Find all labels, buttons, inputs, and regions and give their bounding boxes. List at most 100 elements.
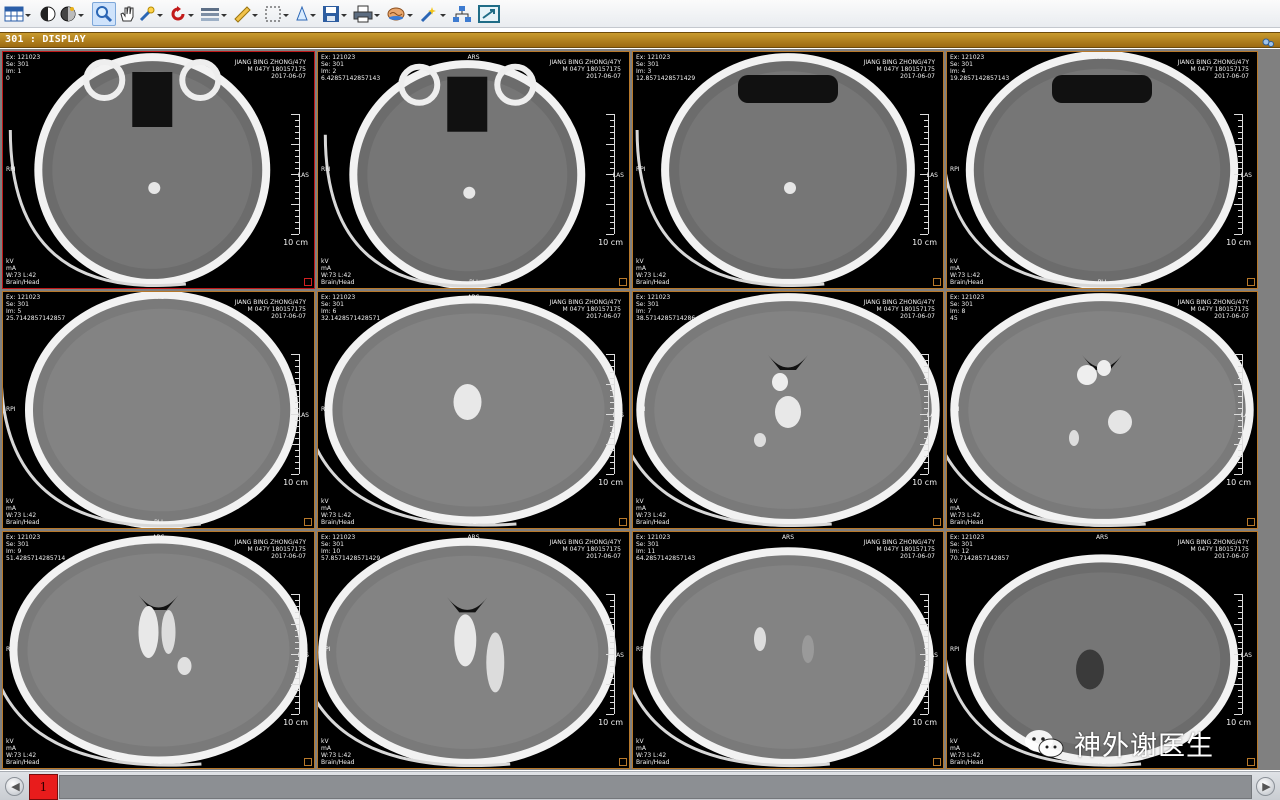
viewport-corner-handle[interactable] xyxy=(933,758,941,766)
print-button[interactable] xyxy=(353,2,380,26)
patient-info: JIANG BING ZHONG/47Y M 047Y 180157175 20… xyxy=(235,299,306,320)
ct-slice-image xyxy=(633,293,940,527)
page-indicator[interactable]: 1 xyxy=(29,774,58,800)
patient-id: M 047Y 180157175 xyxy=(247,306,306,313)
ct-viewport[interactable]: Ex: 121023 Se: 301 Im: 5 25.714285714285… xyxy=(2,291,315,529)
exam-number: Ex: 121023 xyxy=(636,534,671,541)
patient-id: M 047Y 180157175 xyxy=(247,546,306,553)
study-date: 2017-06-07 xyxy=(271,73,306,80)
study-date: 2017-06-07 xyxy=(586,553,621,560)
window-level-value: W:73 L:42 xyxy=(950,272,981,279)
3d-brain-icon xyxy=(387,7,405,20)
page-scroll-track[interactable] xyxy=(59,775,1252,799)
orientation-top: ARS xyxy=(152,54,165,61)
protocol-name: Brain/Head xyxy=(321,759,355,766)
viewport-corner-handle[interactable] xyxy=(304,518,312,526)
viewport-corner-handle[interactable] xyxy=(1247,518,1255,526)
preset-button[interactable] xyxy=(59,2,84,26)
orientation-left: RPI xyxy=(321,166,331,173)
series-info: Ex: 121023 Se: 301 Im: 11 64.28571428571… xyxy=(636,534,695,562)
exam-number: Ex: 121023 xyxy=(321,54,356,61)
ruler-button[interactable] xyxy=(233,2,258,26)
ct-viewport[interactable]: Ex: 121023 Se: 301 Im: 2 6.4285714285714… xyxy=(317,51,630,289)
exam-number: Ex: 121023 xyxy=(950,54,985,61)
viewport-corner-handle[interactable] xyxy=(304,758,312,766)
zoom-button[interactable] xyxy=(92,1,116,26)
next-page-button[interactable]: ▶ xyxy=(1256,777,1275,796)
protocol-name: Brain/Head xyxy=(636,519,670,526)
patient-id: M 047Y 180157175 xyxy=(1190,66,1249,73)
viewport-corner-handle[interactable] xyxy=(619,518,627,526)
viewport-corner-handle[interactable] xyxy=(619,758,627,766)
ct-slice-image xyxy=(633,547,934,768)
annotation-button[interactable] xyxy=(295,2,316,26)
orientation-left: RPI xyxy=(6,406,16,413)
window-level-button[interactable] xyxy=(39,2,57,26)
series-info: Ex: 121023 Se: 301 Im: 6 32.142857142857… xyxy=(321,294,380,322)
ma-label: mA xyxy=(636,265,646,272)
tools-icon xyxy=(420,6,436,22)
viewport-corner-handle[interactable] xyxy=(619,278,627,286)
pan-button[interactable] xyxy=(118,2,136,26)
scale-label: 10 cm xyxy=(598,238,623,247)
rotate-button[interactable] xyxy=(169,2,194,26)
acquisition-info: kV mA W:73 L:42 Brain/Head xyxy=(950,258,983,286)
layout-grid-button[interactable] xyxy=(4,2,31,26)
stack-button[interactable] xyxy=(200,2,227,26)
save-button[interactable] xyxy=(322,2,347,26)
ct-viewport[interactable]: Ex: 121023 Se: 301 Im: 3 12.857142857142… xyxy=(632,51,944,289)
ct-viewport[interactable]: Ex: 121023 Se: 301 Im: 7 38.571428571428… xyxy=(632,291,944,529)
orientation-bottom: PLI xyxy=(469,279,478,286)
pointer-button[interactable] xyxy=(138,2,163,26)
pointer-icon xyxy=(139,6,155,21)
scale-label: 10 cm xyxy=(912,238,937,247)
patient-name: JIANG BING ZHONG/47Y xyxy=(234,299,306,306)
ct-slice-image xyxy=(947,52,1239,288)
ct-viewport[interactable]: Ex: 121023 Se: 301 Im: 8 45 JIANG BING Z… xyxy=(946,291,1258,529)
3d-view-button[interactable] xyxy=(386,2,413,26)
study-date: 2017-06-07 xyxy=(271,313,306,320)
viewport-corner-handle[interactable] xyxy=(304,278,312,286)
series-info: Ex: 121023 Se: 301 Im: 3 12.857142857142… xyxy=(636,54,695,82)
patient-info: JIANG BING ZHONG/47Y M 047Y 180157175 20… xyxy=(864,59,935,80)
ct-viewport[interactable]: Ex: 121023 Se: 301 Im: 9 51.428571428571… xyxy=(2,531,315,769)
orientation-bottom: PLI xyxy=(783,279,793,286)
rotate-icon xyxy=(171,5,185,20)
tools-button[interactable] xyxy=(419,2,446,26)
slice-position: 51.4285714285714 xyxy=(6,555,66,562)
viewport-corner-handle[interactable] xyxy=(933,278,941,286)
roi-select-button[interactable] xyxy=(264,2,289,26)
window-level-value: W:73 L:42 xyxy=(6,752,37,759)
ct-viewport[interactable]: Ex: 121023 Se: 301 Im: 11 64.28571428571… xyxy=(632,531,944,769)
prev-page-button[interactable]: ◀ xyxy=(5,777,24,796)
acquisition-info: kV mA W:73 L:42 Brain/Head xyxy=(636,738,669,766)
ct-viewport[interactable]: Ex: 121023 Se: 301 Im: 6 32.142857142857… xyxy=(317,291,630,529)
zoom-icon xyxy=(96,5,113,22)
ct-viewport[interactable]: Ex: 121023 Se: 301 Im: 10 57.85714285714… xyxy=(317,531,630,769)
protocol-name: Brain/Head xyxy=(321,279,355,286)
viewport-corner-handle[interactable] xyxy=(1247,278,1255,286)
orientation-bottom: PLI xyxy=(1097,279,1107,286)
series-number: Se: 301 xyxy=(950,541,973,548)
kv-label: kV xyxy=(321,258,329,265)
network-icon xyxy=(453,5,471,22)
acquisition-info: kV mA W:73 L:42 Brain/Head xyxy=(950,738,983,766)
viewport-corner-handle[interactable] xyxy=(933,518,941,526)
ct-slice-image xyxy=(3,535,308,767)
protocol-name: Brain/Head xyxy=(321,519,355,526)
ct-viewport[interactable]: Ex: 121023 Se: 301 Im: 4 19.285714285714… xyxy=(946,51,1258,289)
arrow-left-icon: ◀ xyxy=(11,781,20,793)
series-number: Se: 301 xyxy=(636,301,659,308)
image-number: Im: 7 xyxy=(636,308,652,315)
scale-label: 10 cm xyxy=(598,718,623,727)
scale-label: 10 cm xyxy=(283,238,308,247)
viewport-corner-handle[interactable] xyxy=(1247,758,1255,766)
patient-info: JIANG BING ZHONG/47Y M 047Y 180157175 20… xyxy=(550,539,621,560)
fit-window-button[interactable] xyxy=(478,2,500,26)
scale-ruler xyxy=(605,114,615,235)
ct-viewport[interactable]: Ex: 121023 Se: 301 Im: 1 0 JIANG BING ZH… xyxy=(2,51,315,289)
image-number: Im: 4 xyxy=(950,68,966,75)
network-button[interactable] xyxy=(452,2,472,26)
orientation-bottom: PLI xyxy=(154,279,163,286)
orientation-bottom: PLI xyxy=(469,519,478,526)
